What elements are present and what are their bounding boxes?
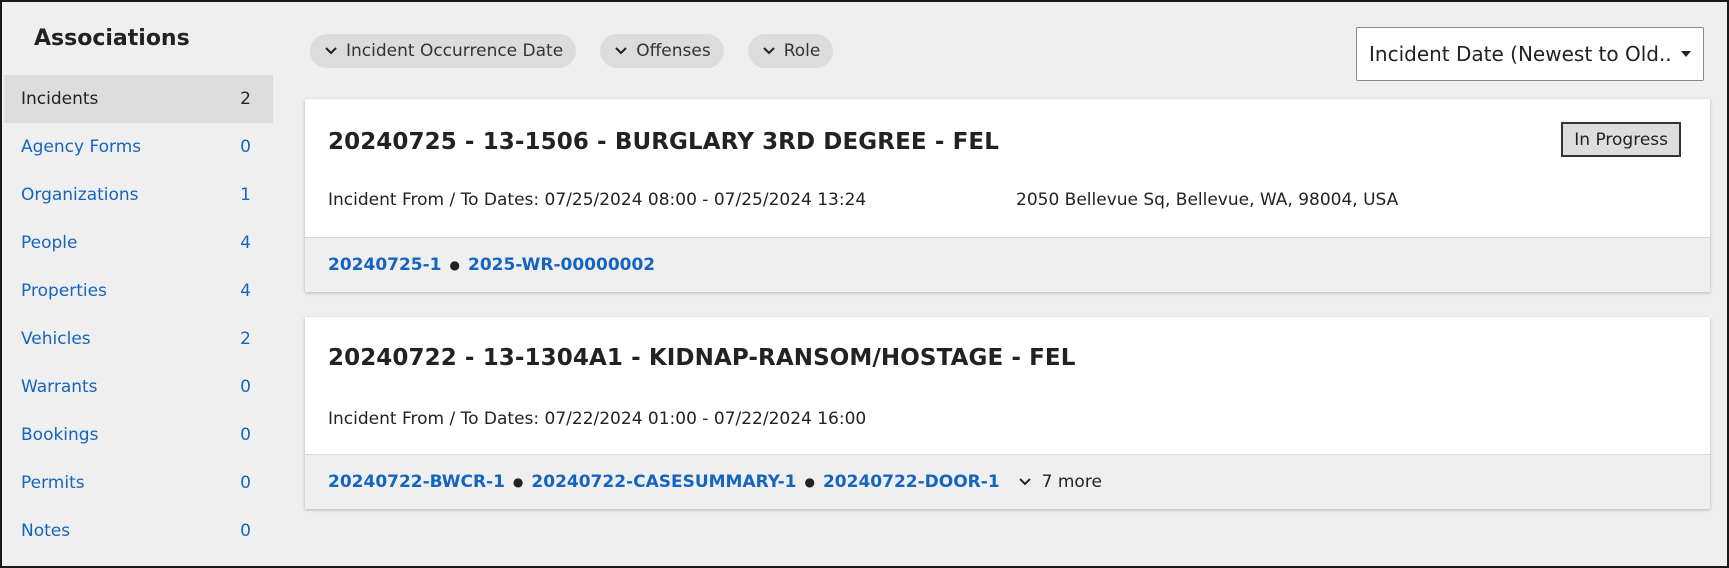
- incident-address: 2050 Bellevue Sq, Bellevue, WA, 98004, U…: [1016, 190, 1399, 210]
- report-link[interactable]: 20240725-1: [328, 255, 442, 275]
- incident-card: 20240725 - 13-1506 - BURGLARY 3RD DEGREE…: [305, 99, 1710, 292]
- sidebar-item-count: 0: [240, 425, 251, 445]
- sidebar-item-label: Notes: [21, 521, 71, 541]
- chevron-down-icon: [1016, 478, 1034, 486]
- sidebar-item-label: Warrants: [21, 377, 98, 397]
- sidebar-item-label: Agency Forms: [21, 137, 142, 157]
- filter-incident-occurrence-date[interactable]: Incident Occurrence Date: [310, 34, 577, 68]
- sidebar-item-organizations[interactable]: Organizations 1: [4, 171, 273, 219]
- show-more-label: 7 more: [1041, 472, 1102, 492]
- sidebar-item-incidents[interactable]: Incidents 2: [4, 75, 273, 123]
- report-link[interactable]: 20240722-CASESUMMARY-1: [531, 472, 796, 492]
- incident-dates: Incident From / To Dates: 07/22/2024 01:…: [328, 409, 867, 429]
- filter-offenses[interactable]: Offenses: [600, 34, 724, 68]
- sidebar-item-agency-forms[interactable]: Agency Forms 0: [4, 123, 273, 171]
- show-more-toggle[interactable]: 7 more: [1016, 472, 1102, 492]
- associations-list: Incidents 2 Agency Forms 0 Organizations…: [4, 75, 273, 555]
- sidebar-item-count: 0: [240, 521, 251, 541]
- sidebar-item-label: Vehicles: [21, 329, 91, 349]
- sort-select[interactable]: Incident Date (Newest to Old...: [1356, 27, 1704, 81]
- status-badge: In Progress: [1561, 122, 1681, 157]
- incident-title[interactable]: 20240725 - 13-1506 - BURGLARY 3RD DEGREE…: [328, 129, 999, 155]
- separator-dot-icon: ●: [804, 475, 815, 489]
- incident-card: 20240722 - 13-1304A1 - KIDNAP-RANSOM/HOS…: [305, 317, 1710, 509]
- filter-chips: Incident Occurrence Date Offenses Role: [310, 34, 834, 68]
- incident-links: 20240725-1 ● 2025-WR-00000002: [305, 237, 1710, 292]
- report-link[interactable]: 2025-WR-00000002: [468, 255, 655, 275]
- sidebar-item-count: 0: [240, 473, 251, 493]
- sidebar-item-count: 0: [240, 137, 251, 157]
- sidebar-item-label: Organizations: [21, 185, 139, 205]
- chevron-down-icon: [320, 47, 342, 55]
- filter-label: Offenses: [636, 41, 711, 61]
- sidebar-item-warrants[interactable]: Warrants 0: [4, 363, 273, 411]
- separator-dot-icon: ●: [449, 258, 460, 272]
- sort-selected-value: Incident Date (Newest to Old...: [1369, 42, 1673, 66]
- sidebar-item-people[interactable]: People 4: [4, 219, 273, 267]
- filter-label: Incident Occurrence Date: [346, 41, 564, 61]
- sidebar-item-vehicles[interactable]: Vehicles 2: [4, 315, 273, 363]
- associations-sidebar: Associations Incidents 2 Agency Forms 0 …: [4, 4, 273, 566]
- app-frame: Associations Incidents 2 Agency Forms 0 …: [0, 0, 1729, 568]
- sidebar-item-label: Properties: [21, 281, 107, 301]
- report-link[interactable]: 20240722-DOOR-1: [823, 472, 1000, 492]
- incident-links: 20240722-BWCR-1 ● 20240722-CASESUMMARY-1…: [305, 454, 1710, 509]
- report-link[interactable]: 20240722-BWCR-1: [328, 472, 505, 492]
- filter-label: Role: [783, 41, 821, 61]
- sidebar-item-count: 4: [240, 233, 251, 253]
- incident-dates: Incident From / To Dates: 07/25/2024 08:…: [328, 190, 867, 210]
- sidebar-item-count: 0: [240, 377, 251, 397]
- separator-dot-icon: ●: [512, 475, 524, 489]
- filter-role[interactable]: Role: [747, 34, 834, 68]
- sidebar-item-label: Incidents: [21, 89, 99, 109]
- sidebar-item-notes[interactable]: Notes 0: [4, 507, 273, 555]
- chevron-down-icon: [610, 47, 632, 55]
- chevron-down-icon: [758, 47, 780, 55]
- sidebar-item-permits[interactable]: Permits 0: [4, 459, 273, 507]
- caret-down-icon: [1681, 51, 1691, 57]
- incident-title[interactable]: 20240722 - 13-1304A1 - KIDNAP-RANSOM/HOS…: [328, 345, 1076, 371]
- sidebar-item-count: 2: [240, 329, 251, 349]
- sidebar-item-properties[interactable]: Properties 4: [4, 267, 273, 315]
- sidebar-item-count: 1: [240, 185, 251, 205]
- sidebar-item-label: Bookings: [21, 425, 99, 445]
- sidebar-item-label: People: [21, 233, 78, 253]
- sidebar-item-count: 4: [240, 281, 251, 301]
- sidebar-item-bookings[interactable]: Bookings 0: [4, 411, 273, 459]
- sidebar-item-count: 2: [240, 89, 251, 109]
- sidebar-title: Associations: [34, 26, 190, 51]
- sidebar-item-label: Permits: [21, 473, 85, 493]
